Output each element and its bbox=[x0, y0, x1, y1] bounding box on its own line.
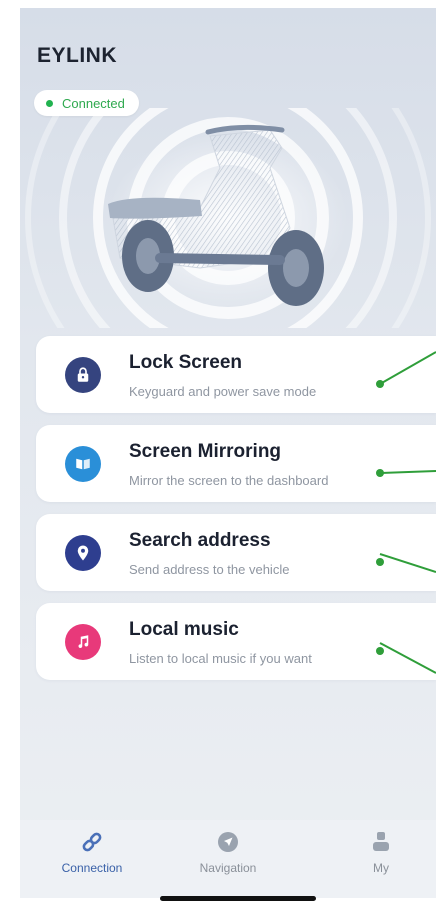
bottom-tab-bar: Connection Navigation My bbox=[20, 820, 436, 898]
music-note-icon bbox=[65, 624, 101, 660]
home-indicator[interactable] bbox=[160, 896, 316, 901]
feature-card-screen-mirroring[interactable]: Screen Mirroring Mirror the screen to th… bbox=[36, 425, 436, 502]
tab-label: Navigation bbox=[199, 861, 257, 875]
feature-card-lock-screen[interactable]: Lock Screen Keyguard and power save mode bbox=[36, 336, 436, 413]
annotation-line bbox=[379, 351, 436, 385]
feature-description: Keyguard and power save mode bbox=[129, 384, 317, 399]
app-screen: EYLINK Connected Lock Screen Keyguard an… bbox=[20, 8, 436, 898]
feature-card-search-address[interactable]: Search address Send address to the vehic… bbox=[36, 514, 436, 591]
feature-list: Lock Screen Keyguard and power save mode… bbox=[36, 336, 436, 692]
link-icon bbox=[82, 832, 102, 852]
navigation-arrow-icon bbox=[218, 832, 238, 852]
annotation-line bbox=[379, 553, 436, 573]
app-title: EYLINK bbox=[37, 44, 118, 67]
feature-description: Send address to the vehicle bbox=[129, 562, 290, 577]
feature-card-local-music[interactable]: Local music Listen to local music if you… bbox=[36, 603, 436, 680]
tab-my[interactable]: My bbox=[331, 830, 431, 875]
tab-label: My bbox=[373, 861, 389, 875]
feature-title: Local music bbox=[129, 619, 239, 640]
feature-title: Screen Mirroring bbox=[129, 441, 282, 462]
annotation-line bbox=[379, 470, 436, 474]
person-icon bbox=[373, 832, 389, 851]
feature-description: Mirror the screen to the dashboard bbox=[129, 473, 329, 488]
feature-description: Listen to local music if you want bbox=[129, 651, 312, 666]
annotation-line bbox=[379, 642, 436, 674]
feature-title: Lock Screen bbox=[129, 352, 242, 373]
mirror-icon bbox=[65, 446, 101, 482]
tab-connection[interactable]: Connection bbox=[42, 830, 142, 875]
status-dot-icon bbox=[46, 99, 53, 107]
scooter-illustration bbox=[25, 108, 431, 328]
tab-label: Connection bbox=[61, 861, 123, 875]
feature-title: Search address bbox=[129, 530, 271, 551]
lock-icon bbox=[65, 357, 101, 393]
tab-navigation[interactable]: Navigation bbox=[178, 830, 278, 875]
location-pin-icon bbox=[65, 535, 101, 571]
